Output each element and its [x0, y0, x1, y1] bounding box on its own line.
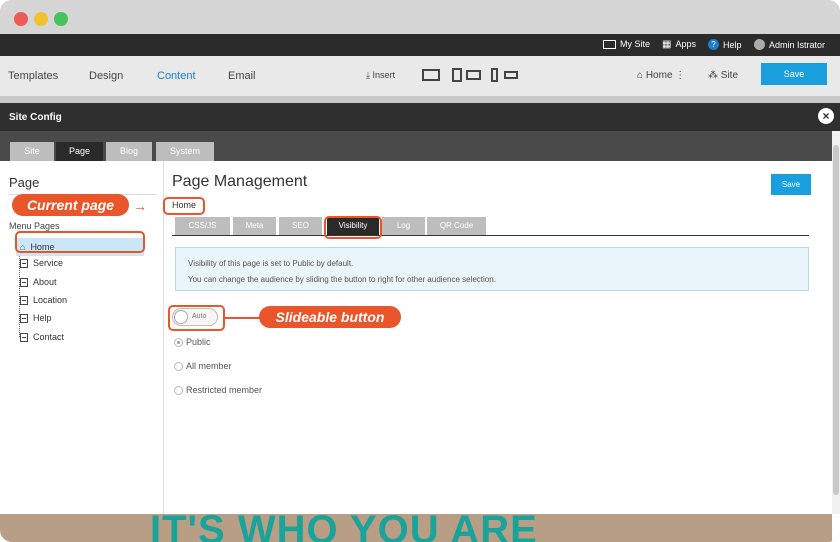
tab-qr-code[interactable]: QR Code [427, 217, 486, 235]
download-icon: ⤓ [366, 70, 370, 80]
tablet-view-icon[interactable] [452, 68, 462, 82]
tablet-landscape-view-icon[interactable] [466, 70, 481, 80]
radio-public[interactable]: Public [174, 337, 211, 347]
home-page-selector[interactable]: ⌂ Home ⋮ [637, 70, 685, 81]
slider-highlight [168, 305, 225, 331]
website-background: IT'S WHO YOU ARE [0, 514, 832, 542]
callout-connector [225, 317, 260, 319]
close-window-button[interactable] [14, 12, 28, 26]
tab-seo[interactable]: SEO [279, 217, 322, 235]
visibility-tab-highlight [324, 216, 382, 239]
document-icon [20, 258, 28, 268]
desktop-view-icon[interactable] [422, 69, 440, 81]
my-site-link[interactable]: My Site [603, 39, 650, 49]
tab-meta[interactable]: Meta [233, 217, 276, 235]
insert-button[interactable]: ⤓ Insert [366, 70, 395, 81]
breadcrumb-highlight [163, 197, 205, 215]
tab-templates[interactable]: Templates [8, 70, 58, 82]
editor-toolbar: Templates Design Content Email ⤓ Insert … [0, 56, 840, 96]
more-icon: ⋮ [675, 70, 686, 81]
document-icon [20, 332, 28, 342]
sidebar-item-contact[interactable]: Contact [20, 332, 64, 342]
tab-page[interactable]: Page [56, 142, 103, 161]
modal-title: Site Config [9, 112, 62, 123]
sidebar-heading: Page [9, 175, 40, 190]
arrow-right-icon: → [133, 198, 147, 214]
home-icon: ⌂ [637, 70, 644, 81]
slideable-button-callout: Slideable button [259, 306, 401, 328]
window-titlebar [0, 0, 840, 34]
document-icon [20, 277, 28, 287]
sidebar-item-service[interactable]: Service [20, 258, 63, 268]
page-title: Page Management [172, 173, 308, 190]
mobile-landscape-view-icon[interactable] [504, 71, 518, 79]
grid-icon: ▦ [662, 38, 672, 50]
save-button[interactable]: Save [771, 174, 811, 195]
site-menu[interactable]: ⁂ Site [708, 70, 738, 81]
radio-restricted-member[interactable]: Restricted member [174, 385, 262, 395]
browser-icon [603, 39, 616, 49]
info-line-2: You can change the audience by sliding t… [188, 275, 496, 284]
tab-blog[interactable]: Blog [106, 142, 152, 161]
radio-all-member[interactable]: All member [174, 361, 232, 371]
modal-header: Site Config × [0, 103, 840, 131]
scrollbar[interactable] [832, 131, 840, 514]
menu-pages-label: Menu Pages [9, 221, 60, 231]
home-highlight [15, 231, 145, 253]
document-icon [20, 313, 28, 323]
modal-tabs: Site Page Blog System [0, 131, 832, 161]
app-window: My Site ▦ Apps ? Help Admin Istrator Tem… [0, 0, 840, 542]
minimize-window-button[interactable] [34, 12, 48, 26]
current-page-callout: Current page [12, 194, 129, 216]
scrollbar-thumb[interactable] [833, 145, 839, 495]
sitemap-icon: ⁂ [708, 70, 718, 81]
document-icon [20, 295, 28, 305]
tab-underline [172, 235, 809, 236]
sidebar-item-location[interactable]: Location [20, 295, 67, 305]
tab-email[interactable]: Email [228, 70, 256, 82]
close-icon[interactable]: × [818, 108, 834, 124]
avatar [754, 39, 765, 50]
info-box: Visibility of this page is set to Public… [175, 247, 809, 291]
maximize-window-button[interactable] [54, 12, 68, 26]
tab-system[interactable]: System [156, 142, 214, 161]
apps-link[interactable]: ▦ Apps [662, 39, 696, 49]
tab-log[interactable]: Log [382, 217, 425, 235]
sidebar-item-about[interactable]: About [20, 277, 57, 287]
site-config-modal: Site Config × Site Page Blog System Page… [0, 103, 840, 542]
top-nav-bar: My Site ▦ Apps ? Help Admin Istrator [0, 34, 840, 56]
tab-site[interactable]: Site [10, 142, 54, 161]
save-button-top[interactable]: Save [761, 63, 827, 85]
tab-css-js[interactable]: CSS/JS [175, 217, 230, 235]
info-line-1: Visibility of this page is set to Public… [188, 259, 354, 268]
tab-design[interactable]: Design [89, 70, 123, 82]
tab-content[interactable]: Content [157, 70, 196, 82]
help-icon: ? [708, 39, 719, 50]
help-link[interactable]: ? Help [708, 39, 742, 50]
background-headline: IT'S WHO YOU ARE [150, 514, 538, 542]
mobile-view-icon[interactable] [491, 68, 498, 82]
sidebar-item-help[interactable]: Help [20, 313, 52, 323]
user-menu[interactable]: Admin Istrator [754, 39, 825, 50]
